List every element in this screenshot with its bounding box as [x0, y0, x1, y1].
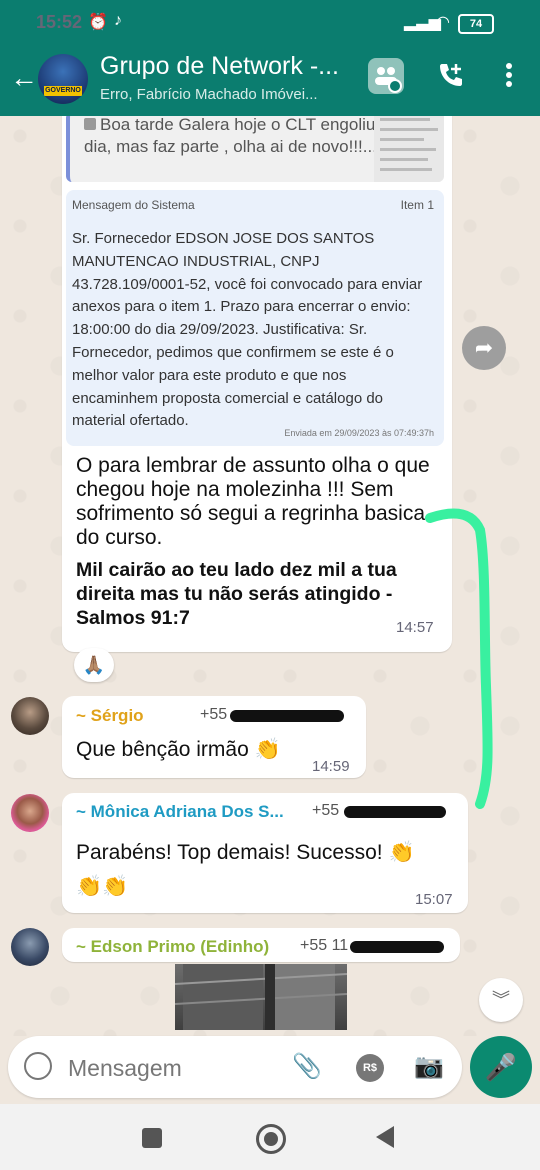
avatar[interactable] — [11, 794, 49, 832]
image-icon — [84, 118, 96, 130]
group-members[interactable]: Erro, Fabrício Machado Imóvei... — [100, 86, 318, 103]
system-card-sent: Enviada em 29/09/2023 às 07:49:37h — [284, 428, 434, 438]
sender-name[interactable]: ~ Edson Primo (Edinho) — [76, 937, 269, 957]
avatar-badge: GOVERNO — [44, 86, 82, 96]
message-time: 15:07 — [415, 891, 453, 908]
add-call-icon[interactable] — [436, 60, 466, 97]
battery-icon: 74 — [458, 14, 494, 34]
group-title[interactable]: Grupo de Network -... — [100, 52, 339, 81]
message-text: Que bênção irmão 👏 — [76, 738, 281, 761]
more-vert-icon[interactable] — [504, 60, 514, 97]
alarm-icon: ⏰ — [88, 14, 108, 31]
redaction-mark — [230, 710, 344, 722]
arrow-left-icon[interactable]: ← — [10, 62, 38, 94]
message-text: Parabéns! Top demais! Sucesso! 👏 👏👏 — [76, 841, 415, 898]
system-card-header: Mensagem do Sistema — [72, 198, 195, 212]
avatar[interactable] — [11, 697, 49, 735]
clock: 15:52 — [36, 12, 83, 32]
main-message-text: O para lembrar de assunto olha o que che… — [76, 454, 430, 549]
emoji-icon[interactable] — [24, 1052, 52, 1080]
wifi-icon: ◠ — [436, 14, 450, 31]
sender-phone: +55 — [312, 802, 340, 819]
group-avatar[interactable]: GOVERNO — [38, 54, 88, 104]
message-composer: 📎 R$ 📷 — [8, 1036, 462, 1098]
message-time: 14:59 — [312, 758, 350, 775]
camera-icon[interactable]: 📷 — [414, 1052, 444, 1081]
back-button[interactable] — [376, 1126, 394, 1148]
chat-area[interactable]: Boa tarde Galera hoje o CLT engoliu meu … — [0, 116, 540, 1036]
system-nav-bar — [0, 1104, 540, 1170]
tiktok-icon: ♪ — [114, 12, 122, 29]
group-call-icon[interactable] — [368, 58, 404, 94]
forward-icon[interactable]: ➦ — [462, 326, 506, 370]
image-thumbnail[interactable] — [175, 964, 347, 1030]
microphone-icon[interactable]: 🎤 — [470, 1036, 532, 1098]
double-chevron-down-icon[interactable]: ︾ — [479, 978, 523, 1022]
annotation-stroke — [425, 508, 493, 809]
avatar[interactable] — [11, 928, 49, 966]
status-bar: 15:52 ⏰ ♪ ▂▃▅ ◠ 74 — [0, 0, 540, 44]
currency-icon[interactable]: R$ — [356, 1054, 384, 1082]
home-button[interactable] — [256, 1124, 286, 1154]
system-card-body: Sr. Fornecedor EDSON JOSE DOS SANTOS MAN… — [72, 230, 423, 430]
paperclip-icon[interactable]: 📎 — [292, 1052, 322, 1081]
battery-level: 74 — [469, 18, 483, 30]
sender-phone: +55 — [200, 706, 228, 723]
sender-name[interactable]: ~ Sérgio — [76, 706, 144, 726]
redaction-mark — [350, 941, 444, 953]
sender-name[interactable]: ~ Mônica Adriana Dos S... — [76, 802, 284, 822]
quoted-text: Boa tarde Galera hoje o CLT engoliu meu … — [84, 116, 414, 156]
system-card-item: Item 1 — [400, 198, 434, 212]
message-input[interactable] — [66, 1050, 270, 1086]
quoted-thumbnail — [374, 116, 444, 182]
system-message-card: Mensagem do Sistema Item 1 Sr. Fornecedo… — [66, 190, 444, 446]
recents-button[interactable] — [142, 1128, 162, 1148]
main-message-bold: Mil cairão ao teu lado dez mil a tua dir… — [76, 559, 397, 629]
chat-header: ← GOVERNO Grupo de Network -... Erro, Fa… — [0, 44, 540, 116]
quoted-message[interactable]: Boa tarde Galera hoje o CLT engoliu meu … — [66, 116, 444, 182]
sender-phone: +55 11 — [300, 937, 349, 954]
reaction-badge[interactable]: 🙏🏽 — [74, 648, 114, 682]
